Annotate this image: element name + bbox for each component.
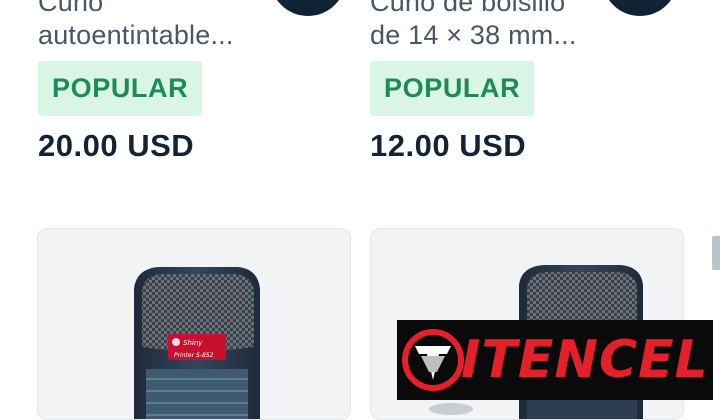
product-image-card[interactable]: Shiny Printer S-852 [37,228,351,420]
stamp-product-image: Shiny Printer S-852 [38,229,350,419]
stamp-label-model: Printer S-852 [174,352,214,359]
scrollbar-thumb[interactable] [712,236,720,270]
product-card[interactable]: Cuño autoentintable... POPULAR 20.00 USD [38,0,350,200]
product-title[interactable]: Cuño autoentintable... [38,0,278,52]
product-title[interactable]: Cuño de bolsillo de 14 × 38 mm... [370,0,610,52]
add-to-cart-button[interactable] [602,0,678,16]
itencel-logo-watermark: ITENCEL [397,320,713,400]
product-title-line2: autoentintable... [38,20,234,50]
product-title-line1: Cuño de bolsillo [370,0,566,17]
popular-badge: POPULAR [38,61,203,116]
product-card[interactable]: Cuño de bolsillo de 14 × 38 mm... POPULA… [370,0,682,200]
add-to-cart-button[interactable] [270,0,346,16]
product-title-line1: Cuño [38,0,104,17]
product-title-line2: de 14 × 38 mm... [370,20,577,50]
product-price: 20.00 USD [38,128,195,163]
product-price: 12.00 USD [370,128,527,163]
itencel-logo-text: ITENCEL [461,330,709,390]
stamp-label-brand: Shiny [183,339,203,347]
popular-badge: POPULAR [370,61,535,116]
